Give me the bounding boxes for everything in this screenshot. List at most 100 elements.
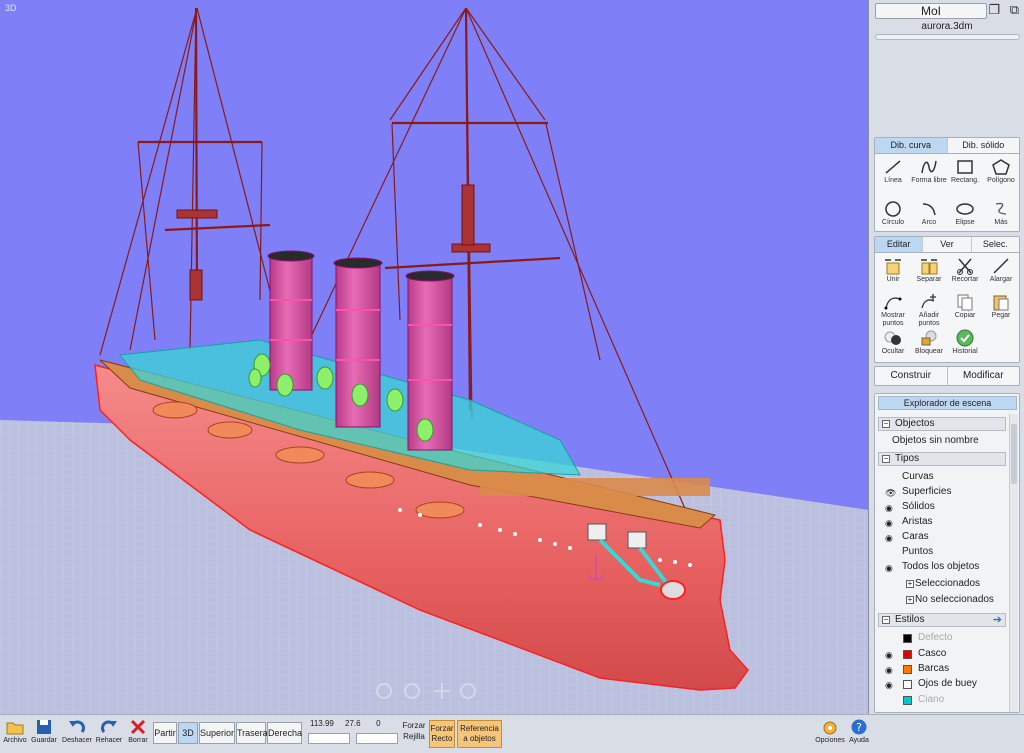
show-points-tool[interactable]: Mostrar puntos [875,293,911,328]
style-row-casco[interactable]: ◉ Casco [878,647,1006,662]
eye-icon[interactable]: ◉ [885,648,893,662]
type-row-curves[interactable]: Curvas [878,470,1006,485]
construct-button[interactable]: Construir [875,367,948,385]
separate-tool[interactable]: Separar [911,257,947,284]
save-button[interactable]: Guardar [30,716,58,745]
arc-tool[interactable]: Arco [911,200,947,227]
extend-icon [993,258,1009,274]
ellipse-tool[interactable]: Elipse [947,200,983,227]
scrollbar-thumb[interactable] [1011,424,1017,484]
viewport-label: 3D [5,3,17,13]
circle-tool[interactable]: Círculo [875,200,911,227]
3d-viewport[interactable]: 3D [0,0,869,714]
coord-x: 113.99 [310,719,334,728]
lock-tool[interactable]: Bloquear [911,329,947,356]
eye-icon[interactable]: ◉ [885,678,893,692]
viewport-nav-controls[interactable] [372,681,482,713]
join-icon [885,259,901,275]
unnamed-objects-row[interactable]: Objetos sin nombre [878,434,1006,449]
moi-menu-button[interactable]: MoI [875,3,987,19]
tab-draw-solid[interactable]: Dib. sólido [947,138,1019,153]
side-panel: MoI ❐ ⧉ aurora.3dm Dib. curva Dib. sólid… [870,0,1024,714]
freeform-tool[interactable]: Forma libre [911,158,947,185]
help-button[interactable]: ? Ayuda [846,716,872,745]
add-points-icon [921,294,936,309]
styles-section[interactable]: − Estilos ➔ [878,613,1006,627]
tab-view[interactable]: Ver [923,237,972,252]
distance-input[interactable] [308,733,350,744]
style-row-ojos[interactable]: ◉ Ojos de buey [878,677,1006,692]
explorer-scrollbar[interactable] [1009,414,1018,712]
trim-tool[interactable]: Recortar [947,257,983,284]
extend-tool[interactable]: Alargar [983,257,1019,284]
paste-icon [993,295,1009,311]
coord-y: 27.6 [345,719,361,728]
straight-snap-toggle[interactable]: Forzar Recto [429,720,455,748]
delete-x-icon [130,719,146,735]
color-swatch[interactable] [903,650,912,659]
modify-button[interactable]: Modificar [948,367,1020,385]
hide-tool[interactable]: Ocultar [875,329,911,356]
more-tool[interactable]: Más [983,200,1019,227]
line-tool[interactable]: Línea [875,158,911,185]
type-row-all-objects[interactable]: ◉ Todos los objetos [878,560,1006,575]
not-selected-row[interactable]: + No seleccionados [878,593,1006,608]
objects-section[interactable]: − Objectos [878,417,1006,431]
save-icon [37,720,51,734]
undo-button[interactable]: Deshacer [60,716,94,745]
svg-text:?: ? [856,721,862,734]
color-swatch[interactable] [903,634,912,643]
type-row-edges[interactable]: ◉ Aristas [878,515,1006,530]
paste-tool[interactable]: Pegar [983,293,1019,320]
types-section[interactable]: − Tipos [878,452,1006,466]
history-tool[interactable]: Historial [947,329,983,356]
angle-input[interactable] [356,733,398,744]
eye-icon[interactable]: ◉ [885,531,893,545]
options-button[interactable]: Opciones [814,716,846,745]
copy-tool[interactable]: Copiar [947,293,983,320]
object-snap-toggle[interactable]: Referencia a objetos [457,720,502,748]
selected-row[interactable]: + Seleccionados [878,577,1006,592]
style-row-default[interactable]: Defecto [878,631,1006,646]
type-row-faces[interactable]: ◉ Caras [878,530,1006,545]
edit-panel: Editar Ver Selec. Unir Separar Recortar … [874,236,1020,363]
type-row-surfaces[interactable]: 👁 Superficies [878,485,1006,500]
construct-modify-bar: Construir Modificar [874,366,1020,386]
rectangle-tool[interactable]: Rectang. [947,158,983,185]
type-row-points[interactable]: Puntos [878,545,1006,560]
style-row-barcas[interactable]: ◉ Barcas [878,662,1006,677]
eye-icon[interactable]: ◉ [885,516,893,530]
circle-icon [885,201,901,217]
grid-snap-toggle[interactable]: Forzar Rejilla [401,720,427,742]
eye-icon[interactable]: ◉ [885,663,893,677]
freeform-icon [921,160,937,174]
polygon-tool[interactable]: Polígono [983,158,1019,185]
eye-icon[interactable]: 👁 [885,486,896,500]
view-back-button[interactable]: Trasera [236,722,268,744]
rectangle-icon [957,160,973,174]
type-row-solids[interactable]: ◉ Sólidos [878,500,1006,515]
view-split-button[interactable]: Partir [153,722,177,744]
tab-edit[interactable]: Editar [875,237,924,252]
eye-icon[interactable]: ◉ [885,561,893,575]
tab-draw-curve[interactable]: Dib. curva [875,138,948,153]
delete-button[interactable]: Borrar [126,716,150,745]
lock-icon [921,330,937,346]
ship-model-render[interactable] [0,0,869,714]
style-row-ciano[interactable]: Ciano [878,693,1006,708]
window-controls[interactable]: ❐ ⧉ [988,2,1022,18]
color-swatch[interactable] [903,680,912,689]
color-swatch[interactable] [903,665,912,674]
file-button[interactable]: Archivo [2,716,28,745]
add-points-tool[interactable]: Añadir puntos [911,293,947,328]
view-top-button[interactable]: Superior [199,722,235,744]
view-3d-button[interactable]: 3D [178,722,198,744]
join-tool[interactable]: Unir [875,257,911,284]
view-right-button[interactable]: Derecha [267,722,302,744]
eye-icon[interactable]: ◉ [885,501,893,515]
arrow-right-icon[interactable]: ➔ [993,614,1002,626]
redo-button[interactable]: Rehacer [94,716,124,745]
tab-select[interactable]: Selec. [971,237,1019,252]
options-icon [823,721,837,735]
color-swatch[interactable] [903,696,912,705]
